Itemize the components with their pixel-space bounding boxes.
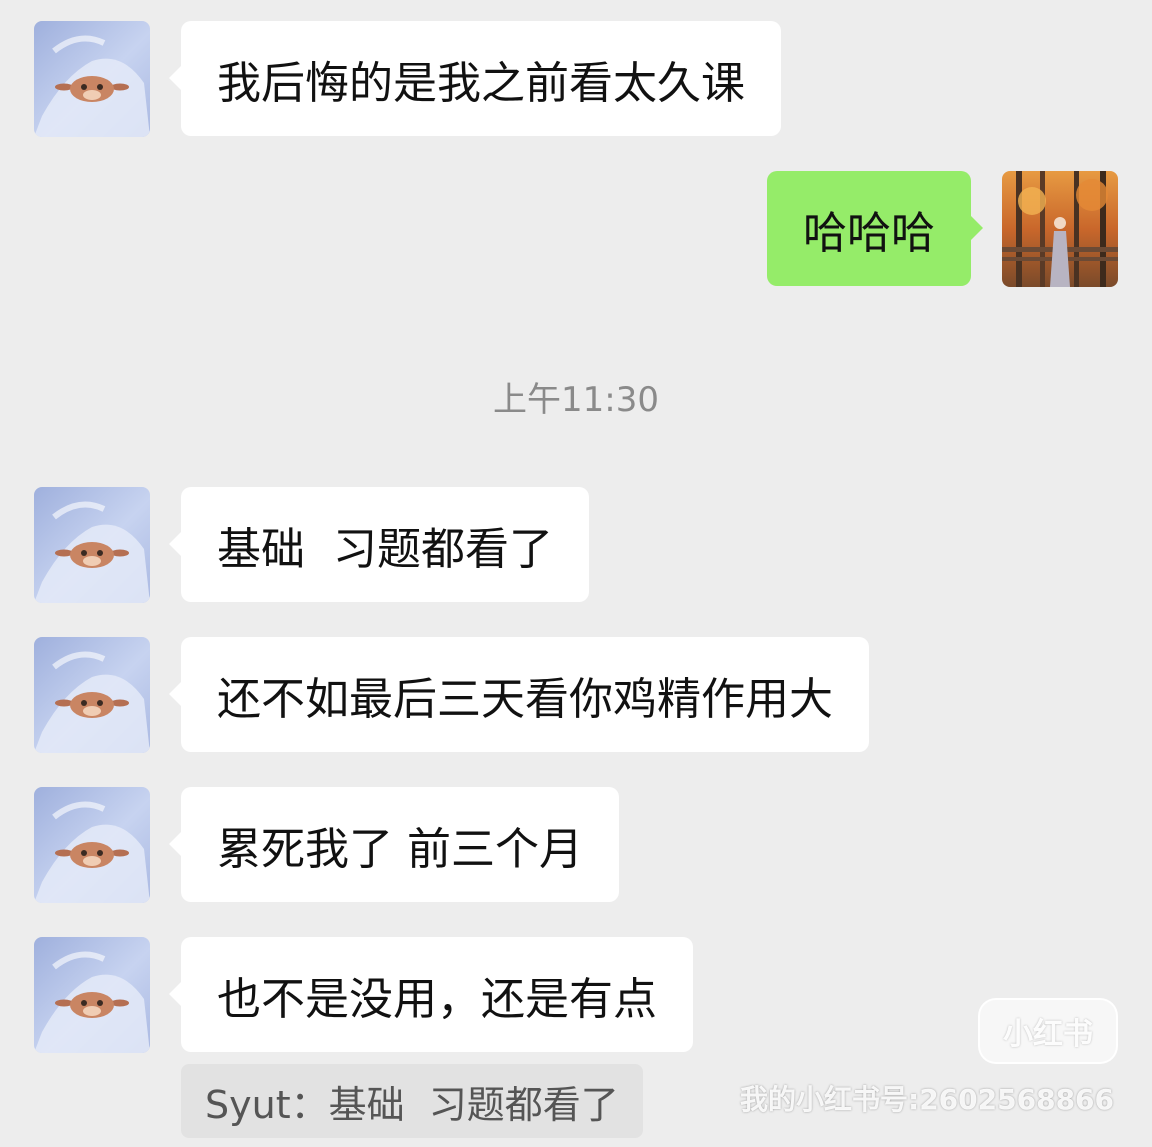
watermark-badge-text: 小红书 [1003,1017,1093,1052]
contact-avatar-icon[interactable] [34,21,150,137]
watermark-account-id: 我的小红书号:2602568866 [740,1083,1115,1116]
contact-avatar-icon[interactable] [34,487,150,603]
message-text: 也不是没用，还是有点 [217,973,657,1025]
message-bubble[interactable]: 我后悔的是我之前看太久课 [169,21,781,136]
my-avatar-icon[interactable] [1002,171,1118,287]
message-text: 哈哈哈 [803,207,935,259]
quoted-message[interactable]: Syut：基础 习题都看了 [181,1064,643,1138]
message-text: 我后悔的是我之前看太久课 [217,57,745,109]
contact-avatar-icon[interactable] [34,787,150,903]
xiaohongshu-logo-watermark: 小红书 [978,998,1118,1064]
my-message-bubble[interactable]: 哈哈哈 [767,171,983,286]
message-bubble[interactable]: 累死我了 前三个月 [169,787,619,902]
message-bubble[interactable]: 还不如最后三天看你鸡精作用大 [169,637,869,752]
contact-avatar-icon[interactable] [34,937,150,1053]
contact-avatar-icon[interactable] [34,637,150,753]
message-text: 基础 习题都看了 [217,523,553,575]
message-text: 还不如最后三天看你鸡精作用大 [217,673,833,725]
message-bubble[interactable]: 也不是没用，还是有点 [169,937,693,1052]
message-bubble[interactable]: 基础 习题都看了 [169,487,589,602]
message-text: 累死我了 前三个月 [217,823,583,875]
quoted-text: Syut：基础 习题都看了 [205,1082,619,1127]
timestamp: 上午11:30 [493,380,659,420]
